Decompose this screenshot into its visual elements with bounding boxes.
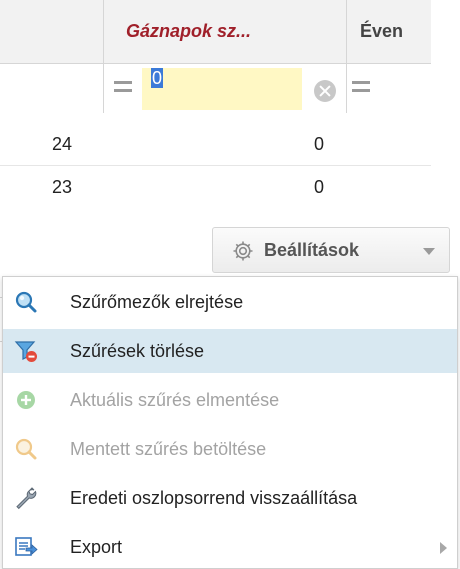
equals-operator-icon[interactable]	[350, 75, 372, 97]
wrench-icon	[16, 487, 37, 510]
table-row[interactable]: 23 0	[0, 166, 431, 200]
export-icon	[15, 537, 38, 556]
menu-item-save-filter[interactable]: Aktuális szűrés elmentése	[3, 378, 457, 422]
magnifier-icon	[15, 291, 37, 313]
filter-input-value: 0	[151, 68, 164, 88]
cell-id: 24	[52, 134, 73, 154]
equals-operator-icon[interactable]	[112, 75, 134, 97]
clear-filter-icon[interactable]	[314, 80, 336, 102]
add-icon	[17, 391, 35, 409]
menu-item-export[interactable]: Export	[3, 525, 457, 569]
cell-id: 23	[52, 177, 73, 197]
menu-item-reset-column-order[interactable]: Eredeti oszlopsorrend visszaállítása	[3, 476, 457, 520]
column-title-even: Éven	[360, 21, 404, 41]
cell-gaznapok: 0	[314, 177, 325, 197]
menu-item-load-filter[interactable]: Mentett szűrés betöltése	[3, 427, 457, 471]
cell-gaznapok: 0	[314, 134, 325, 154]
filter-cell-0	[0, 64, 104, 113]
table-row[interactable]: 24 0	[0, 123, 431, 166]
gear-icon	[233, 241, 253, 261]
data-grid: Gáznapok sz... Éven 0 24 0 23 0	[0, 0, 431, 200]
menu-item-hide-filters[interactable]: Szűrőmezők elrejtése	[3, 280, 457, 324]
settings-label: Beállítások	[264, 240, 360, 260]
filter-input-gaznapok[interactable]: 0	[142, 68, 302, 110]
settings-button[interactable]: Beállítások	[212, 227, 450, 273]
clear-filter-icon	[14, 341, 37, 362]
settings-menu: Szűrőmezők elrejtése Szűrések törlése Ak…	[2, 276, 458, 569]
column-title-gaznapok: Gáznapok sz...	[126, 21, 252, 41]
chevron-right-icon	[440, 542, 447, 554]
chevron-down-icon	[423, 248, 435, 255]
magnifier-icon	[15, 438, 37, 460]
menu-item-clear-filters[interactable]: Szűrések törlése	[3, 329, 457, 373]
